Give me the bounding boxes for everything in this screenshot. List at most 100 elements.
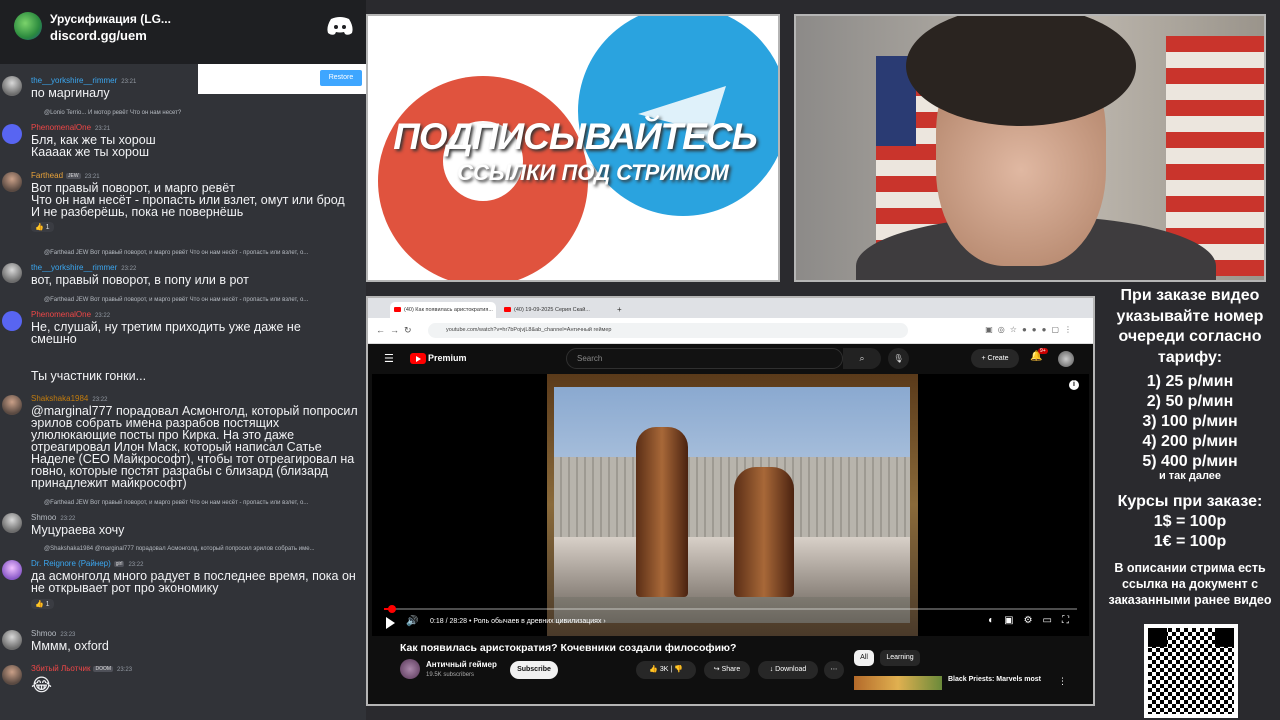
more-actions-button[interactable]: ⋯ [824, 661, 844, 679]
username[interactable]: Dr. Reignore (Райнер) girl 23:22 [31, 559, 143, 568]
description-note: В описании стрима есть ссылка на докумен… [1108, 561, 1272, 607]
username[interactable]: Shakshaka1984 23:22 [31, 394, 107, 403]
restore-button[interactable]: Restore [320, 70, 362, 86]
search-input[interactable]: Search [566, 348, 843, 369]
volume-icon[interactable]: 🔊 [406, 616, 418, 627]
username[interactable]: Shmoo 23:23 [31, 629, 75, 638]
share-button[interactable]: ↪ Share [704, 661, 750, 679]
avatar[interactable] [1058, 351, 1074, 367]
timestamp: 23:21 [121, 79, 137, 85]
timestamp: 23:21 [84, 174, 100, 180]
price-etc: и так далее [1158, 470, 1222, 482]
youtube-brand[interactable]: Premium [428, 353, 467, 363]
username[interactable]: PhenomenalOne 23:21 [31, 123, 110, 132]
browser-window: (40) Как появилась аристократия... (40) … [366, 296, 1095, 706]
youtube-favicon-icon [504, 307, 511, 312]
username[interactable]: Shmoo 23:22 [31, 513, 75, 522]
back-icon[interactable]: ← [376, 325, 385, 335]
reply-preview[interactable]: @Farthead JEW Вот правый поворот, и марг… [44, 297, 308, 303]
chip-learning[interactable]: Learning [880, 650, 920, 666]
timestamp: 23:23 [117, 667, 133, 673]
rates-heading: Курсы при заказе: [1117, 493, 1263, 510]
subscribe-button[interactable]: Subscribe [510, 661, 558, 679]
avatar[interactable] [2, 172, 22, 192]
price-item: 1) 25 р/мин [1146, 373, 1234, 390]
username[interactable]: PhenomenalOne 23:22 [31, 310, 110, 319]
reply-preview[interactable]: @Shakshaka1984 @marginal777 порадовал Ас… [44, 546, 315, 552]
username[interactable]: the__yorkshire__rimmer 23:22 [31, 263, 136, 272]
like-button[interactable]: 👍 3K | 👎 [636, 661, 696, 679]
promo-subline: ССЫЛКИ ПОД СТРИМОМ [457, 160, 729, 185]
more-vert-icon[interactable]: ⋮ [1058, 676, 1067, 687]
recommended-thumbnail[interactable] [854, 676, 942, 690]
server-name: Урусификация (LG... [50, 12, 171, 26]
player-right-controls[interactable]: ◐▣⚙▭⛶ [988, 615, 1079, 626]
progress-bar[interactable] [384, 605, 1077, 613]
avatar[interactable] [2, 76, 22, 96]
message-text: @marginal777 порадовал Асмонголд, которы… [31, 404, 358, 490]
avatar[interactable] [2, 560, 22, 580]
notification-count: 9+ [1038, 348, 1048, 354]
address-bar-row: ← → ↻ youtube.com/watch?v=hr7bPojvjL8&ab… [368, 318, 1093, 344]
channel-avatar[interactable] [400, 659, 420, 679]
create-button[interactable]: + Create [971, 349, 1019, 368]
video-time: 0:18 / 28:28 • Роль обычаев в древних ци… [430, 618, 606, 625]
avatar[interactable] [2, 263, 22, 283]
avatar[interactable] [2, 513, 22, 533]
browser-tab[interactable]: (40) Как появилась аристократия... [390, 302, 496, 318]
avatar[interactable] [2, 630, 22, 650]
reply-preview[interactable]: @Farthead JEW Вот правый поворот, и марг… [44, 250, 308, 256]
timestamp: 23:22 [95, 313, 111, 319]
reaction[interactable]: 👍 1 [31, 222, 54, 232]
qr-code [1144, 624, 1238, 718]
avatar[interactable] [2, 124, 22, 144]
reply-preview[interactable]: @Lonio Terrio... И мотор ревёт Что он на… [44, 110, 181, 116]
price-item: 2) 50 р/мин [1146, 393, 1234, 410]
channel-name[interactable]: Античный геймер [426, 660, 497, 669]
server-header[interactable]: Урусификация (LG... discord.gg/uem [0, 0, 366, 64]
rate-item: 1$ = 100р [1153, 513, 1227, 530]
price-item: 5) 400 р/мин [1142, 453, 1238, 470]
price-item: 3) 100 р/мин [1142, 413, 1238, 430]
timestamp: 23:22 [128, 562, 144, 568]
menu-icon[interactable]: ☰ [384, 352, 394, 365]
play-icon[interactable] [386, 617, 395, 629]
avatar[interactable] [2, 395, 22, 415]
url-field[interactable]: youtube.com/watch?v=hr7bPojvjL8&ab_chann… [428, 323, 908, 338]
message-text: вот, правый поворот, в попу или в рот [31, 273, 249, 287]
username[interactable]: Farthead JEW 23:21 [31, 171, 100, 180]
message-text: по маргиналу [31, 86, 110, 100]
message-text: Вот правый поворот, и марго ревёт Что он… [31, 181, 345, 219]
webcam-feed [794, 14, 1266, 282]
youtube-logo-icon[interactable] [410, 353, 426, 364]
reply-preview[interactable]: @Farthead JEW Вот правый поворот, и марг… [44, 500, 308, 506]
recommended-title[interactable]: Black Priests: Marvels most [948, 676, 1041, 683]
message-text: Не, слушай, ну третим приходить уже даже… [31, 320, 301, 346]
microphone-icon[interactable]: 🎙 [888, 348, 909, 369]
timestamp: 23:22 [60, 516, 76, 522]
avatar[interactable] [2, 665, 22, 685]
search-icon[interactable]: ⌕ [843, 348, 881, 369]
subscribe-promo-panel: ПОДПИСЫВАЙТЕСЬ ССЫЛКИ ПОД СТРИМОМ [366, 14, 780, 282]
discord-chat-panel: Урусификация (LG... discord.gg/uem Resto… [0, 0, 366, 720]
browser-tab[interactable]: (40) 19-09-2025 Серия Скай... [500, 302, 604, 318]
video-player[interactable]: i 🔊 0:18 / 28:28 • Роль обычаев в древни… [372, 374, 1089, 636]
video-title: Как появилась аристократия? Кочевники со… [400, 642, 737, 654]
reaction[interactable]: 👍 1 [31, 599, 54, 609]
reload-icon[interactable]: ↻ [404, 325, 412, 336]
message-text: Бля, как же ты хорош Каааак же ты хорош [31, 133, 156, 159]
new-tab-button[interactable]: + [614, 302, 628, 318]
forward-icon[interactable]: → [390, 325, 399, 335]
username[interactable]: Збитый Льотчик DOOM 23:23 [31, 664, 132, 673]
extension-icons[interactable]: ▣◎☆●●●▢⋮ [985, 325, 1077, 334]
timestamp: 23:22 [121, 266, 137, 272]
info-icon[interactable]: i [1069, 380, 1079, 390]
chip-all[interactable]: All [854, 650, 874, 666]
user-badge: DOOM [93, 665, 114, 672]
discord-icon [327, 17, 353, 35]
avatar[interactable] [2, 311, 22, 331]
download-button[interactable]: ↓ Download [758, 661, 818, 679]
server-invite-link[interactable]: discord.gg/uem [50, 28, 147, 43]
username[interactable]: the__yorkshire__rimmer 23:21 [31, 76, 136, 85]
price-item: 4) 200 р/мин [1142, 433, 1238, 450]
